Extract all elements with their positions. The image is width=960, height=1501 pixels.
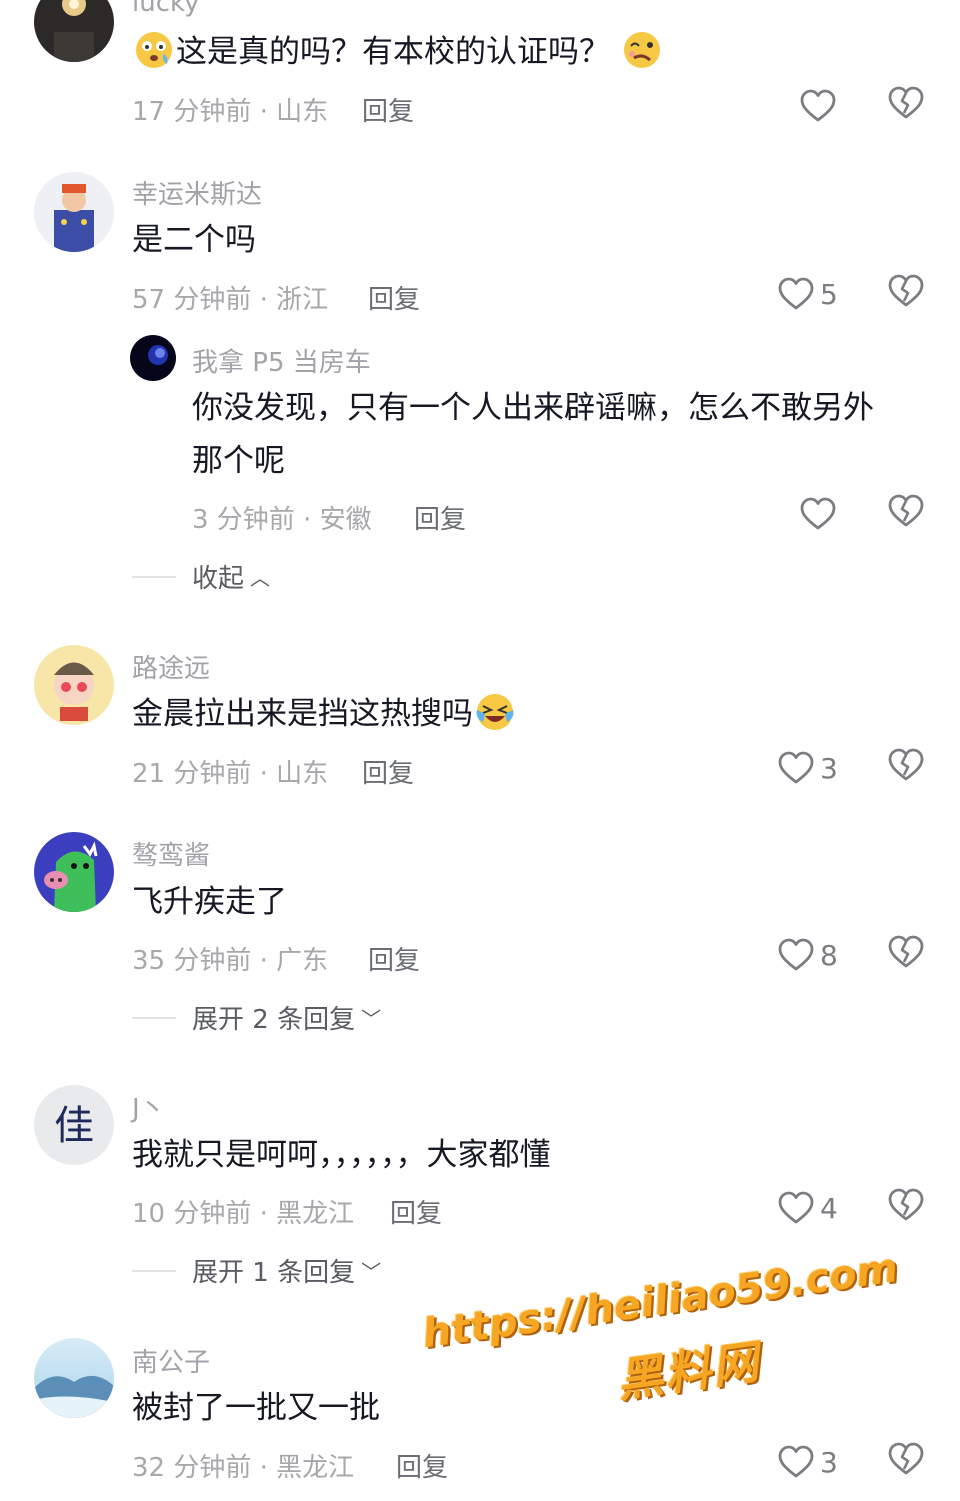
comment-meta: 17 分钟前 · 山东 [132,97,329,127]
like-button[interactable] [800,86,842,126]
reply-button[interactable]: 回复 [368,279,420,316]
comment-meta: 21 分钟前 · 山东 [132,759,329,789]
comment-text: 金晨拉出来是挡这热搜吗 [132,696,473,732]
broken-heart-icon [888,748,924,781]
comment-content: 是二个吗 [132,222,256,258]
broken-heart-icon [888,935,924,968]
like-count: 3 [820,1445,838,1479]
divider-line [132,1016,176,1019]
chevron-up-icon: ︿ [250,566,271,590]
broken-heart-icon [888,86,924,119]
svg-text:佳: 佳 [54,1103,94,1149]
dizzy-face-emoji-icon [134,30,174,70]
watermark-name: 黑料网 [613,1334,764,1408]
collapse-replies-button[interactable]: 收起 ︿ [132,558,270,595]
heart-icon [800,89,836,122]
comment-username[interactable]: lucky [132,0,200,18]
broken-heart-icon [888,1188,924,1221]
comment-meta: 35 分钟前 · 广东 [132,946,329,976]
reply-button[interactable]: 回复 [414,499,466,536]
reply-button[interactable]: 回复 [368,940,420,977]
chevron-down-icon: ﹀ [361,1260,382,1284]
avatar[interactable] [34,172,114,252]
collapse-label: 收起 [192,564,245,594]
broken-heart-icon [888,1442,924,1475]
like-button[interactable]: 3 [778,748,838,788]
reply-username[interactable]: 我拿 P5 当房车 [192,342,371,379]
dislike-button[interactable] [888,1188,926,1228]
comment-content: 金晨拉出来是挡这热搜吗 [132,688,517,741]
broken-heart-icon [888,494,924,527]
reply-button[interactable]: 回复 [390,1193,442,1230]
dislike-button[interactable] [888,935,926,975]
expand-replies-button[interactable]: 展开 1 条回复 ﹀ [132,1252,381,1289]
heart-icon [800,497,836,530]
expand-replies-button[interactable]: 展开 2 条回复 ﹀ [132,999,381,1036]
avatar[interactable] [34,645,114,725]
dislike-button[interactable] [888,274,926,314]
comment-text: 这是真的吗？有本校的认证吗？ [176,34,610,70]
comment-content: 飞升疾走了 [132,884,287,920]
reply-content-line: 那个呢 [192,443,285,479]
divider-line [132,1269,176,1272]
comment-content: 被封了一批又一批 [132,1390,380,1426]
like-button[interactable]: 4 [778,1188,838,1228]
comment-username[interactable]: 南公子 [132,1342,210,1379]
avatar[interactable] [34,1338,114,1418]
comment-content: 我就只是呵呵，，，，，，大家都懂 [132,1137,551,1173]
like-button[interactable]: 8 [778,935,838,975]
heart-icon [778,1191,814,1224]
reply-button[interactable]: 回复 [362,91,414,128]
like-button[interactable] [800,494,842,534]
expand-label: 展开 1 条回复 [192,1258,356,1288]
heart-icon [778,751,814,784]
laughing-crying-emoji-icon [475,692,515,732]
reply-content-line: 你没发现，只有一个人出来辟谣嘛，怎么不敢另外 [192,390,874,426]
dislike-button[interactable] [888,86,926,126]
chevron-down-icon: ﹀ [361,1007,382,1031]
dislike-button[interactable] [888,494,926,534]
like-count: 5 [820,277,838,311]
avatar[interactable]: 佳 [34,1085,114,1165]
like-count: 3 [820,751,838,785]
comment-meta: 10 分钟前 · 黑龙江 [132,1199,355,1229]
avatar[interactable] [130,335,176,381]
dislike-button[interactable] [888,1442,926,1482]
like-count: 4 [820,1191,838,1225]
avatar[interactable] [34,0,114,62]
avatar[interactable] [34,832,114,912]
comment-username[interactable]: 路途远 [132,648,210,685]
like-button[interactable]: 5 [778,274,838,314]
like-button[interactable]: 3 [778,1442,838,1482]
comment-content: 这是真的吗？有本校的认证吗？ [132,26,664,79]
reply-button[interactable]: 回复 [362,753,414,790]
dislike-button[interactable] [888,748,926,788]
comment-meta: 32 分钟前 · 黑龙江 [132,1453,355,1483]
broken-heart-icon [888,274,924,307]
expand-label: 展开 2 条回复 [192,1005,356,1035]
like-count: 8 [820,938,838,972]
comment-username[interactable]: 骜鸾酱 [132,835,210,872]
heart-icon [778,938,814,971]
woozy-face-emoji-icon [622,30,662,70]
reply-meta: 3 分钟前 · 安徽 [192,505,372,535]
site-watermark: https://heiliao59.com 黑料网 [418,1233,913,1438]
comment-username[interactable]: 幸运米斯达 [132,174,262,211]
comment-username[interactable]: J丶 [132,1088,166,1125]
heart-icon [778,1445,814,1478]
reply-button[interactable]: 回复 [396,1447,448,1484]
heart-icon [778,277,814,310]
divider-line [132,575,176,578]
comment-meta: 57 分钟前 · 浙江 [132,285,329,315]
